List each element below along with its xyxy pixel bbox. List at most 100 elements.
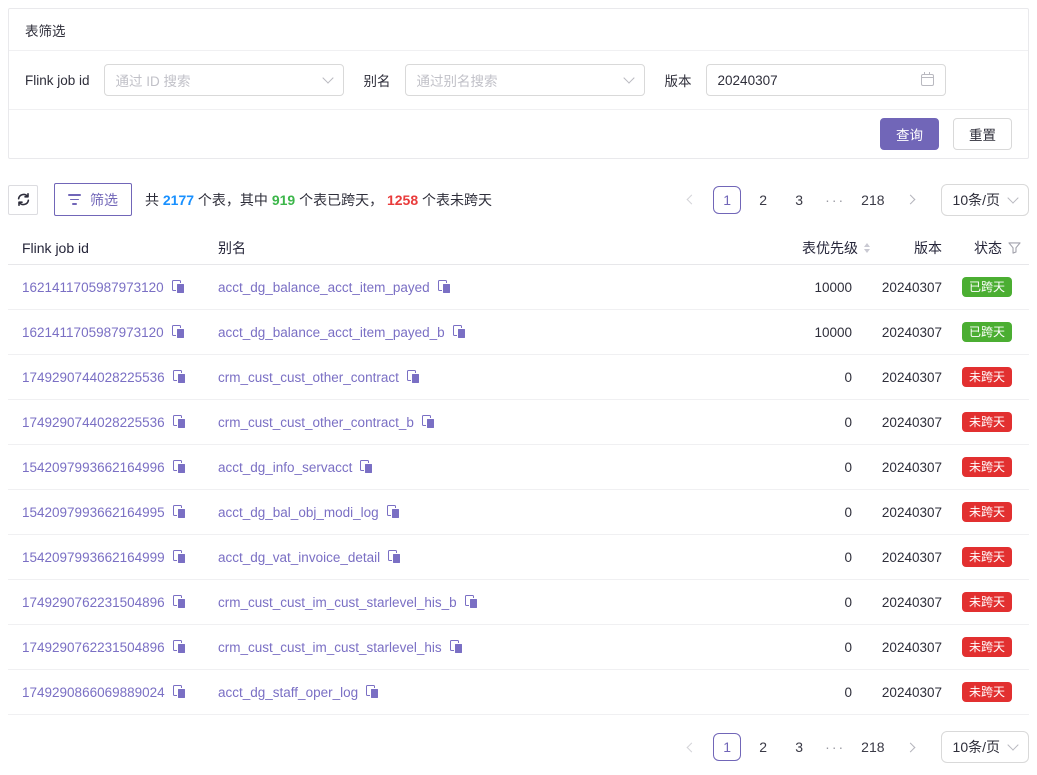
table-row: 1542097993662164995 acct_dg_bal_obj_modi… bbox=[8, 490, 1029, 535]
reset-button[interactable]: 重置 bbox=[953, 118, 1012, 150]
filter-card-footer: 查询 重置 bbox=[9, 110, 1028, 158]
next-page-button[interactable] bbox=[897, 733, 925, 761]
table-row: 1621411705987973120 acct_dg_balance_acct… bbox=[8, 265, 1029, 310]
job-id-link[interactable]: 1542097993662164995 bbox=[22, 505, 165, 520]
copy-icon[interactable] bbox=[172, 325, 185, 339]
page-button-3[interactable]: 3 bbox=[785, 186, 813, 214]
copy-icon[interactable] bbox=[453, 325, 466, 339]
job-id-link[interactable]: 1621411705987973120 bbox=[22, 280, 164, 295]
priority-value: 0 bbox=[742, 370, 852, 385]
copy-icon[interactable] bbox=[422, 415, 435, 429]
alias-field: 别名 通过别名搜索 bbox=[364, 64, 645, 96]
copy-icon[interactable] bbox=[450, 640, 463, 654]
job-id-link[interactable]: 1542097993662164999 bbox=[22, 550, 165, 565]
next-page-button[interactable] bbox=[897, 186, 925, 214]
copy-icon[interactable] bbox=[366, 685, 379, 699]
copy-icon[interactable] bbox=[173, 595, 186, 609]
alias-link[interactable]: acct_dg_vat_invoice_detail bbox=[218, 550, 380, 565]
flink-job-id-label: Flink job id bbox=[25, 73, 90, 88]
version-value: 20240307 bbox=[852, 415, 942, 430]
copy-icon[interactable] bbox=[387, 505, 400, 519]
chevron-down-icon bbox=[1007, 192, 1018, 203]
copy-icon[interactable] bbox=[360, 460, 373, 474]
filter-button[interactable]: 筛选 bbox=[54, 183, 132, 216]
job-id-link[interactable]: 1749290744028225536 bbox=[22, 415, 165, 430]
refresh-button[interactable] bbox=[8, 185, 38, 215]
page-button-218[interactable]: 218 bbox=[857, 186, 888, 214]
job-id-link[interactable]: 1749290866069889024 bbox=[22, 685, 165, 700]
copy-icon[interactable] bbox=[465, 595, 478, 609]
job-id-link[interactable]: 1542097993662164996 bbox=[22, 460, 165, 475]
status-badge: 未跨天 bbox=[962, 547, 1012, 567]
prev-page-button[interactable] bbox=[677, 186, 705, 214]
page-size-select[interactable]: 10条/页 bbox=[941, 184, 1029, 216]
version-date-input[interactable]: 20240307 bbox=[706, 64, 946, 96]
pagination-bottom-wrapper: 1 2 3 ··· 218 10条/页 bbox=[8, 731, 1029, 763]
filter-funnel-icon[interactable] bbox=[1008, 242, 1021, 254]
copy-icon[interactable] bbox=[173, 370, 186, 384]
chevron-down-icon bbox=[1007, 739, 1018, 750]
page-button-218[interactable]: 218 bbox=[857, 733, 888, 761]
alias-select[interactable]: 通过别名搜索 bbox=[405, 64, 645, 96]
chevron-down-icon bbox=[322, 72, 333, 83]
page-button-1[interactable]: 1 bbox=[713, 733, 741, 761]
prev-page-button[interactable] bbox=[677, 733, 705, 761]
status-badge: 未跨天 bbox=[962, 592, 1012, 612]
copy-icon[interactable] bbox=[173, 550, 186, 564]
header-version: 版本 bbox=[852, 238, 942, 258]
copy-icon[interactable] bbox=[173, 460, 186, 474]
summary-seg1: 共 bbox=[145, 192, 163, 208]
version-value: 20240307 bbox=[852, 550, 942, 565]
page-ellipsis[interactable]: ··· bbox=[821, 733, 849, 761]
alias-link[interactable]: crm_cust_cust_im_cust_starlevel_his_b bbox=[218, 595, 457, 610]
chevron-right-icon bbox=[906, 195, 916, 205]
page-ellipsis[interactable]: ··· bbox=[821, 186, 849, 214]
chevron-down-icon bbox=[623, 72, 634, 83]
job-id-link[interactable]: 1621411705987973120 bbox=[22, 325, 164, 340]
job-id-link[interactable]: 1749290744028225536 bbox=[22, 370, 165, 385]
alias-link[interactable]: acct_dg_balance_acct_item_payed bbox=[218, 280, 430, 295]
version-value: 20240307 bbox=[852, 640, 942, 655]
page-button-2[interactable]: 2 bbox=[749, 733, 777, 761]
copy-icon[interactable] bbox=[438, 280, 451, 294]
pagination-top: 1 2 3 ··· 218 10条/页 bbox=[677, 184, 1029, 216]
version-value: 20240307 bbox=[852, 595, 942, 610]
status-badge: 已跨天 bbox=[962, 322, 1012, 342]
copy-icon[interactable] bbox=[173, 640, 186, 654]
copy-icon[interactable] bbox=[388, 550, 401, 564]
refresh-icon bbox=[16, 192, 31, 207]
table-row: 1621411705987973120 acct_dg_balance_acct… bbox=[8, 310, 1029, 355]
copy-icon[interactable] bbox=[173, 685, 186, 699]
status-badge: 未跨天 bbox=[962, 637, 1012, 657]
copy-icon[interactable] bbox=[173, 415, 186, 429]
summary-seg3: 个表已跨天， bbox=[295, 192, 387, 208]
chevron-right-icon bbox=[906, 742, 916, 752]
alias-link[interactable]: acct_dg_info_servacct bbox=[218, 460, 352, 475]
alias-link[interactable]: crm_cust_cust_im_cust_starlevel_his bbox=[218, 640, 442, 655]
copy-icon[interactable] bbox=[407, 370, 420, 384]
page-button-1[interactable]: 1 bbox=[713, 186, 741, 214]
alias-link[interactable]: acct_dg_bal_obj_modi_log bbox=[218, 505, 379, 520]
summary-text: 共 2177 个表，其中 919 个表已跨天， 1258 个表未跨天 bbox=[145, 190, 492, 210]
table-row: 1749290762231504896 crm_cust_cust_im_cus… bbox=[8, 580, 1029, 625]
alias-link[interactable]: acct_dg_balance_acct_item_payed_b bbox=[218, 325, 445, 340]
copy-icon[interactable] bbox=[172, 280, 185, 294]
alias-link[interactable]: crm_cust_cust_other_contract_b bbox=[218, 415, 414, 430]
page-size-select[interactable]: 10条/页 bbox=[941, 731, 1029, 763]
table-row: 1542097993662164996 acct_dg_info_servacc… bbox=[8, 445, 1029, 490]
priority-value: 0 bbox=[742, 595, 852, 610]
flink-job-id-select[interactable]: 通过 ID 搜索 bbox=[104, 64, 344, 96]
alias-link[interactable]: acct_dg_staff_oper_log bbox=[218, 685, 358, 700]
page-button-3[interactable]: 3 bbox=[785, 733, 813, 761]
page-button-2[interactable]: 2 bbox=[749, 186, 777, 214]
summary-uncrossed-count: 1258 bbox=[387, 192, 418, 208]
alias-link[interactable]: crm_cust_cust_other_contract bbox=[218, 370, 399, 385]
search-button[interactable]: 查询 bbox=[880, 118, 939, 150]
table-row: 1749290744028225536 crm_cust_cust_other_… bbox=[8, 355, 1029, 400]
job-id-link[interactable]: 1749290762231504896 bbox=[22, 595, 165, 610]
table-row: 1542097993662164999 acct_dg_vat_invoice_… bbox=[8, 535, 1029, 580]
copy-icon[interactable] bbox=[173, 505, 186, 519]
job-id-link[interactable]: 1749290762231504896 bbox=[22, 640, 165, 655]
version-value: 20240307 bbox=[852, 505, 942, 520]
table-row: 1749290866069889024 acct_dg_staff_oper_l… bbox=[8, 670, 1029, 715]
